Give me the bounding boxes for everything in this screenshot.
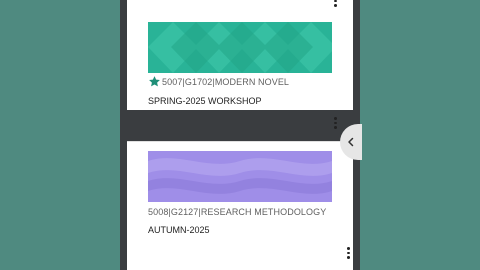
course-code: 5008|G2127|RESEARCH METHODOLOGY: [148, 207, 327, 217]
star-icon[interactable]: [148, 75, 161, 88]
course-card[interactable]: 5008|G2127|RESEARCH METHODOLOGY AUTUMN-2…: [127, 142, 353, 270]
course-list-panel: 5007|G1702|MODERN NOVEL SPRING-2025 WORK…: [120, 0, 360, 270]
more-vertical-icon[interactable]: [343, 246, 353, 260]
course-banner: [148, 22, 332, 73]
course-name: AUTUMN-2025: [148, 225, 210, 235]
course-name: SPRING-2025 WORKSHOP: [148, 96, 262, 106]
more-vertical-icon[interactable]: [330, 0, 340, 8]
course-card[interactable]: 5007|G1702|MODERN NOVEL SPRING-2025 WORK…: [127, 0, 353, 110]
course-code: 5007|G1702|MODERN NOVEL: [162, 77, 290, 87]
chevron-left-icon: [348, 137, 354, 147]
banner-pattern: [148, 22, 332, 73]
more-vertical-icon[interactable]: [330, 116, 340, 130]
course-banner: [148, 151, 332, 202]
banner-pattern: [148, 151, 332, 202]
